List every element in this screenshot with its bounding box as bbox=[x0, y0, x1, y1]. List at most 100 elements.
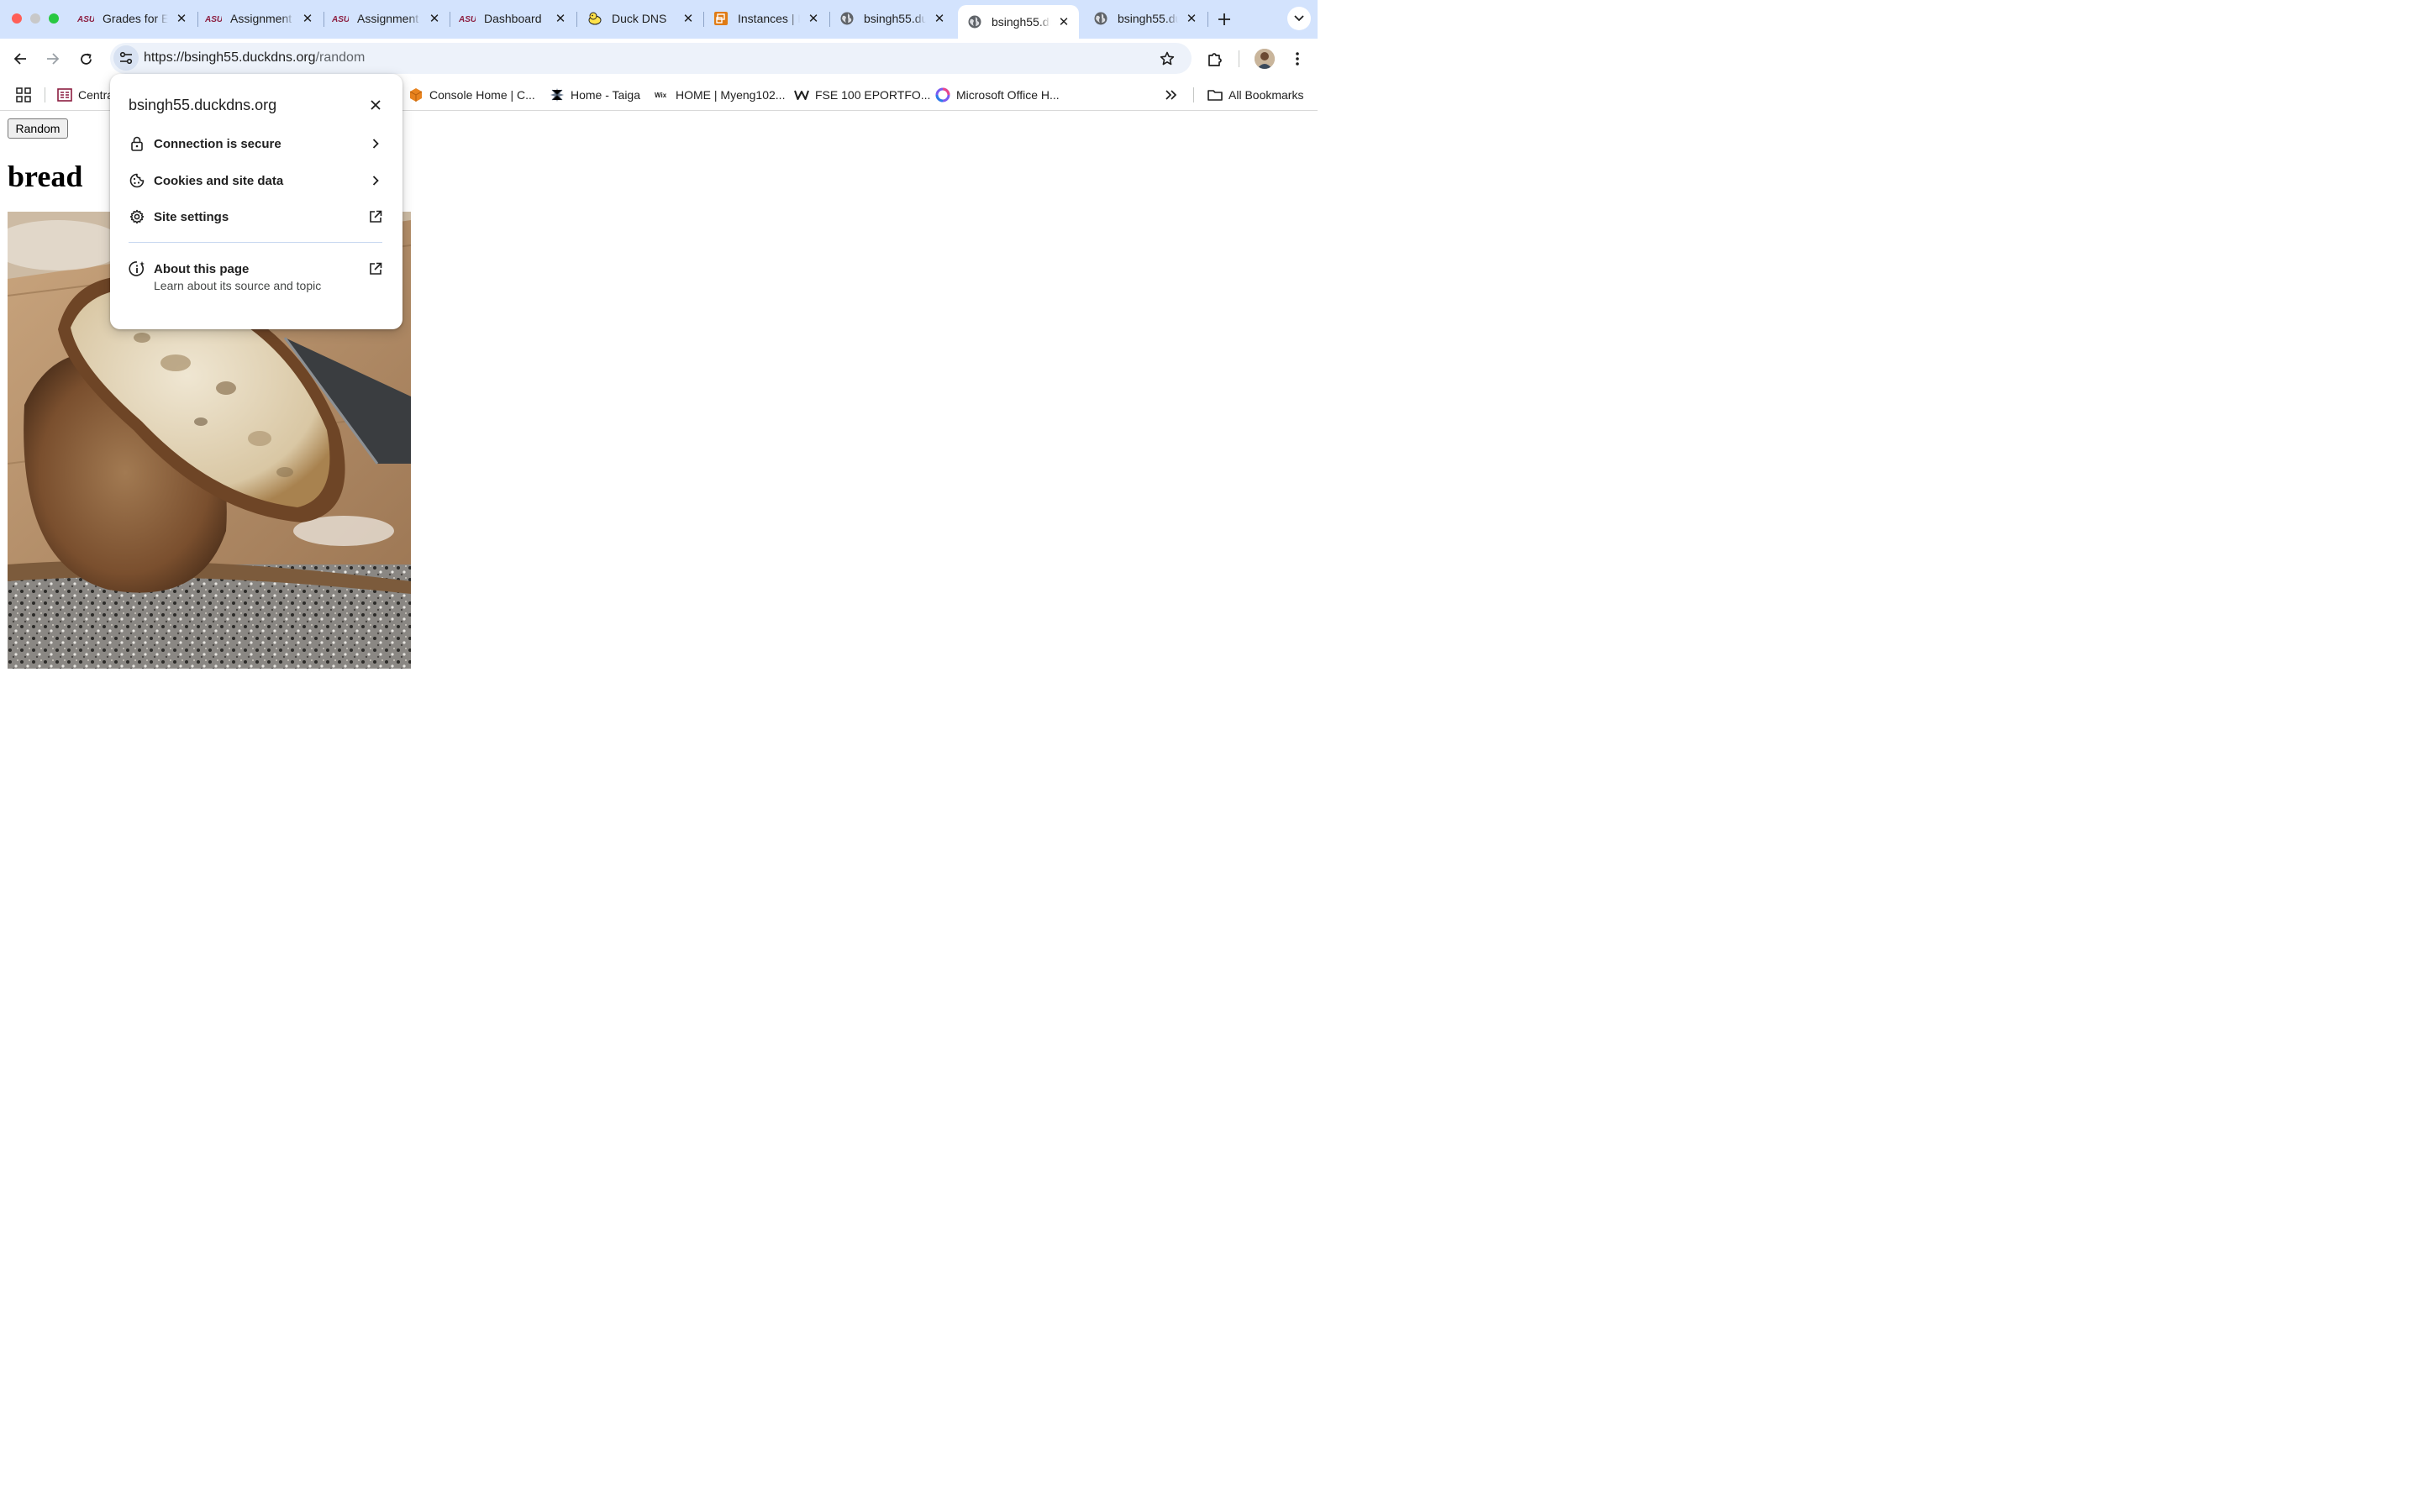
duck-icon bbox=[587, 12, 603, 25]
bookmark-label: Centra bbox=[78, 88, 114, 102]
close-icon[interactable]: ✕ bbox=[1055, 13, 1072, 30]
puzzle-icon bbox=[1208, 53, 1222, 66]
apps-button[interactable] bbox=[15, 87, 32, 103]
tab-title: Dashboard bbox=[484, 12, 542, 25]
tab-duck-dns[interactable]: Duck DNS ✕ bbox=[587, 0, 697, 37]
random-button[interactable]: Random bbox=[8, 118, 68, 139]
tab-bsingh55[interactable]: bsingh55.du ✕ bbox=[839, 0, 948, 37]
svg-text:ASU: ASU bbox=[459, 15, 476, 24]
tab-assignment[interactable]: ASU Assignment ✕ bbox=[205, 0, 316, 37]
bookmark-console-home[interactable]: Console Home | C... bbox=[408, 87, 535, 103]
central-icon bbox=[57, 87, 72, 102]
tab-title: Grades for E bbox=[103, 12, 168, 25]
address-bar[interactable]: https://bsingh55.duckdns.org/random bbox=[110, 43, 1192, 74]
bookmark-office[interactable]: Microsoft Office H... bbox=[935, 87, 1060, 103]
popup-title: bsingh55.duckdns.org bbox=[129, 97, 277, 113]
tab-assignment[interactable]: ASU Assignment ✕ bbox=[332, 0, 443, 37]
extensions-button[interactable] bbox=[1205, 49, 1225, 69]
more-bookmarks-button[interactable] bbox=[1163, 87, 1180, 103]
browser-window: ASU Grades for E ✕ ASU Assignment ✕ ASU … bbox=[0, 0, 1318, 823]
tab-bsingh55-active[interactable]: bsingh55.du ✕ bbox=[958, 5, 1079, 39]
apps-grid-icon bbox=[16, 87, 31, 102]
bookmark-myeng[interactable]: Wix HOME | Myeng102... bbox=[655, 87, 785, 103]
close-icon[interactable]: ✕ bbox=[173, 10, 190, 27]
tab-bsingh55[interactable]: bsingh55.du ✕ bbox=[1092, 0, 1200, 37]
reload-button[interactable] bbox=[75, 48, 97, 70]
tab-grades[interactable]: ASU Grades for E ✕ bbox=[77, 0, 190, 37]
popup-divider bbox=[129, 242, 382, 243]
menu-button[interactable] bbox=[1288, 49, 1307, 69]
info-icon bbox=[127, 259, 147, 279]
lock-icon bbox=[127, 134, 147, 154]
reload-icon bbox=[80, 53, 92, 65]
about-page-subtitle: Learn about its source and topic bbox=[154, 279, 322, 292]
all-bookmarks-button[interactable]: All Bookmarks bbox=[1207, 87, 1303, 103]
cookies-site-data-item[interactable]: Cookies and site data bbox=[127, 165, 386, 196]
close-icon[interactable]: ✕ bbox=[805, 10, 822, 27]
site-info-button[interactable] bbox=[113, 45, 139, 71]
svg-text:ASU: ASU bbox=[205, 15, 222, 24]
tab-dashboard[interactable]: ASU Dashboard ✕ bbox=[459, 0, 569, 37]
cookies-label: Cookies and site data bbox=[154, 173, 284, 188]
about-page-label: About this page bbox=[154, 261, 250, 276]
close-icon bbox=[371, 100, 381, 110]
asu-logo-icon: ASU bbox=[332, 12, 349, 25]
site-info-popup: bsingh55.duckdns.org Connection is secur… bbox=[110, 74, 402, 329]
bookmark-label: Microsoft Office H... bbox=[956, 88, 1060, 102]
minimize-window-button[interactable] bbox=[30, 13, 40, 24]
folder-icon bbox=[1207, 87, 1223, 102]
url-text: https://bsingh55.duckdns.org/random bbox=[144, 50, 365, 66]
arrow-left-icon bbox=[13, 53, 26, 65]
svg-text:ASU: ASU bbox=[332, 15, 349, 24]
tab-title: Instances | E bbox=[738, 12, 800, 25]
back-button[interactable] bbox=[9, 48, 31, 70]
close-window-button[interactable] bbox=[12, 13, 22, 24]
globe-icon bbox=[839, 12, 855, 25]
more-vertical-icon bbox=[1296, 52, 1299, 66]
close-icon[interactable]: ✕ bbox=[1183, 10, 1200, 27]
tune-icon bbox=[119, 51, 133, 65]
all-bookmarks-label: All Bookmarks bbox=[1228, 88, 1304, 102]
page-title: bread bbox=[8, 160, 83, 193]
connection-secure-item[interactable]: Connection is secure bbox=[127, 129, 386, 159]
bookmark-taiga[interactable]: Home - Taiga bbox=[550, 87, 640, 103]
external-link-icon bbox=[366, 259, 386, 279]
plus-icon bbox=[1218, 13, 1230, 25]
connection-secure-label: Connection is secure bbox=[154, 136, 281, 151]
globe-icon bbox=[966, 15, 983, 29]
office-icon bbox=[935, 87, 950, 102]
bookmark-label: Home - Taiga bbox=[571, 88, 641, 102]
forward-button[interactable] bbox=[42, 48, 64, 70]
toolbar: https://bsingh55.duckdns.org/random bbox=[0, 39, 1318, 79]
close-popup-button[interactable] bbox=[366, 95, 386, 115]
asu-logo-icon: ASU bbox=[77, 12, 94, 25]
asu-logo-icon: ASU bbox=[459, 12, 476, 25]
close-icon[interactable]: ✕ bbox=[426, 10, 443, 27]
site-settings-item[interactable]: Site settings bbox=[127, 202, 386, 232]
maximize-window-button[interactable] bbox=[49, 13, 59, 24]
tab-title: Assignment bbox=[357, 12, 419, 25]
tab-strip: ASU Grades for E ✕ ASU Assignment ✕ ASU … bbox=[0, 0, 1318, 39]
url-host: https://bsingh55.duckdns.org bbox=[144, 50, 316, 65]
tab-search-button[interactable] bbox=[1287, 7, 1311, 30]
close-icon[interactable]: ✕ bbox=[299, 10, 316, 27]
tab-instances[interactable]: Instances | E ✕ bbox=[713, 0, 822, 37]
tab-title: bsingh55.du bbox=[992, 15, 1050, 29]
bookmark-central[interactable]: Centra bbox=[57, 87, 113, 103]
chevron-right-icon bbox=[366, 134, 386, 154]
url-path: /random bbox=[315, 50, 366, 65]
close-icon[interactable]: ✕ bbox=[552, 10, 569, 27]
globe-icon bbox=[1092, 12, 1109, 25]
gear-icon bbox=[127, 207, 147, 227]
avatar[interactable] bbox=[1255, 49, 1275, 69]
arrow-right-icon bbox=[47, 53, 60, 65]
close-icon[interactable]: ✕ bbox=[931, 10, 948, 27]
bookmark-label: FSE 100 EPORTFO... bbox=[815, 88, 931, 102]
bookmark-star-button[interactable] bbox=[1158, 50, 1176, 68]
weebly-icon bbox=[794, 87, 809, 102]
new-tab-button[interactable] bbox=[1213, 8, 1235, 30]
close-icon[interactable]: ✕ bbox=[680, 10, 697, 27]
tab-title: Assignment bbox=[230, 12, 292, 25]
bookmark-fse100[interactable]: FSE 100 EPORTFO... bbox=[794, 87, 930, 103]
svg-text:Wix: Wix bbox=[655, 92, 667, 99]
